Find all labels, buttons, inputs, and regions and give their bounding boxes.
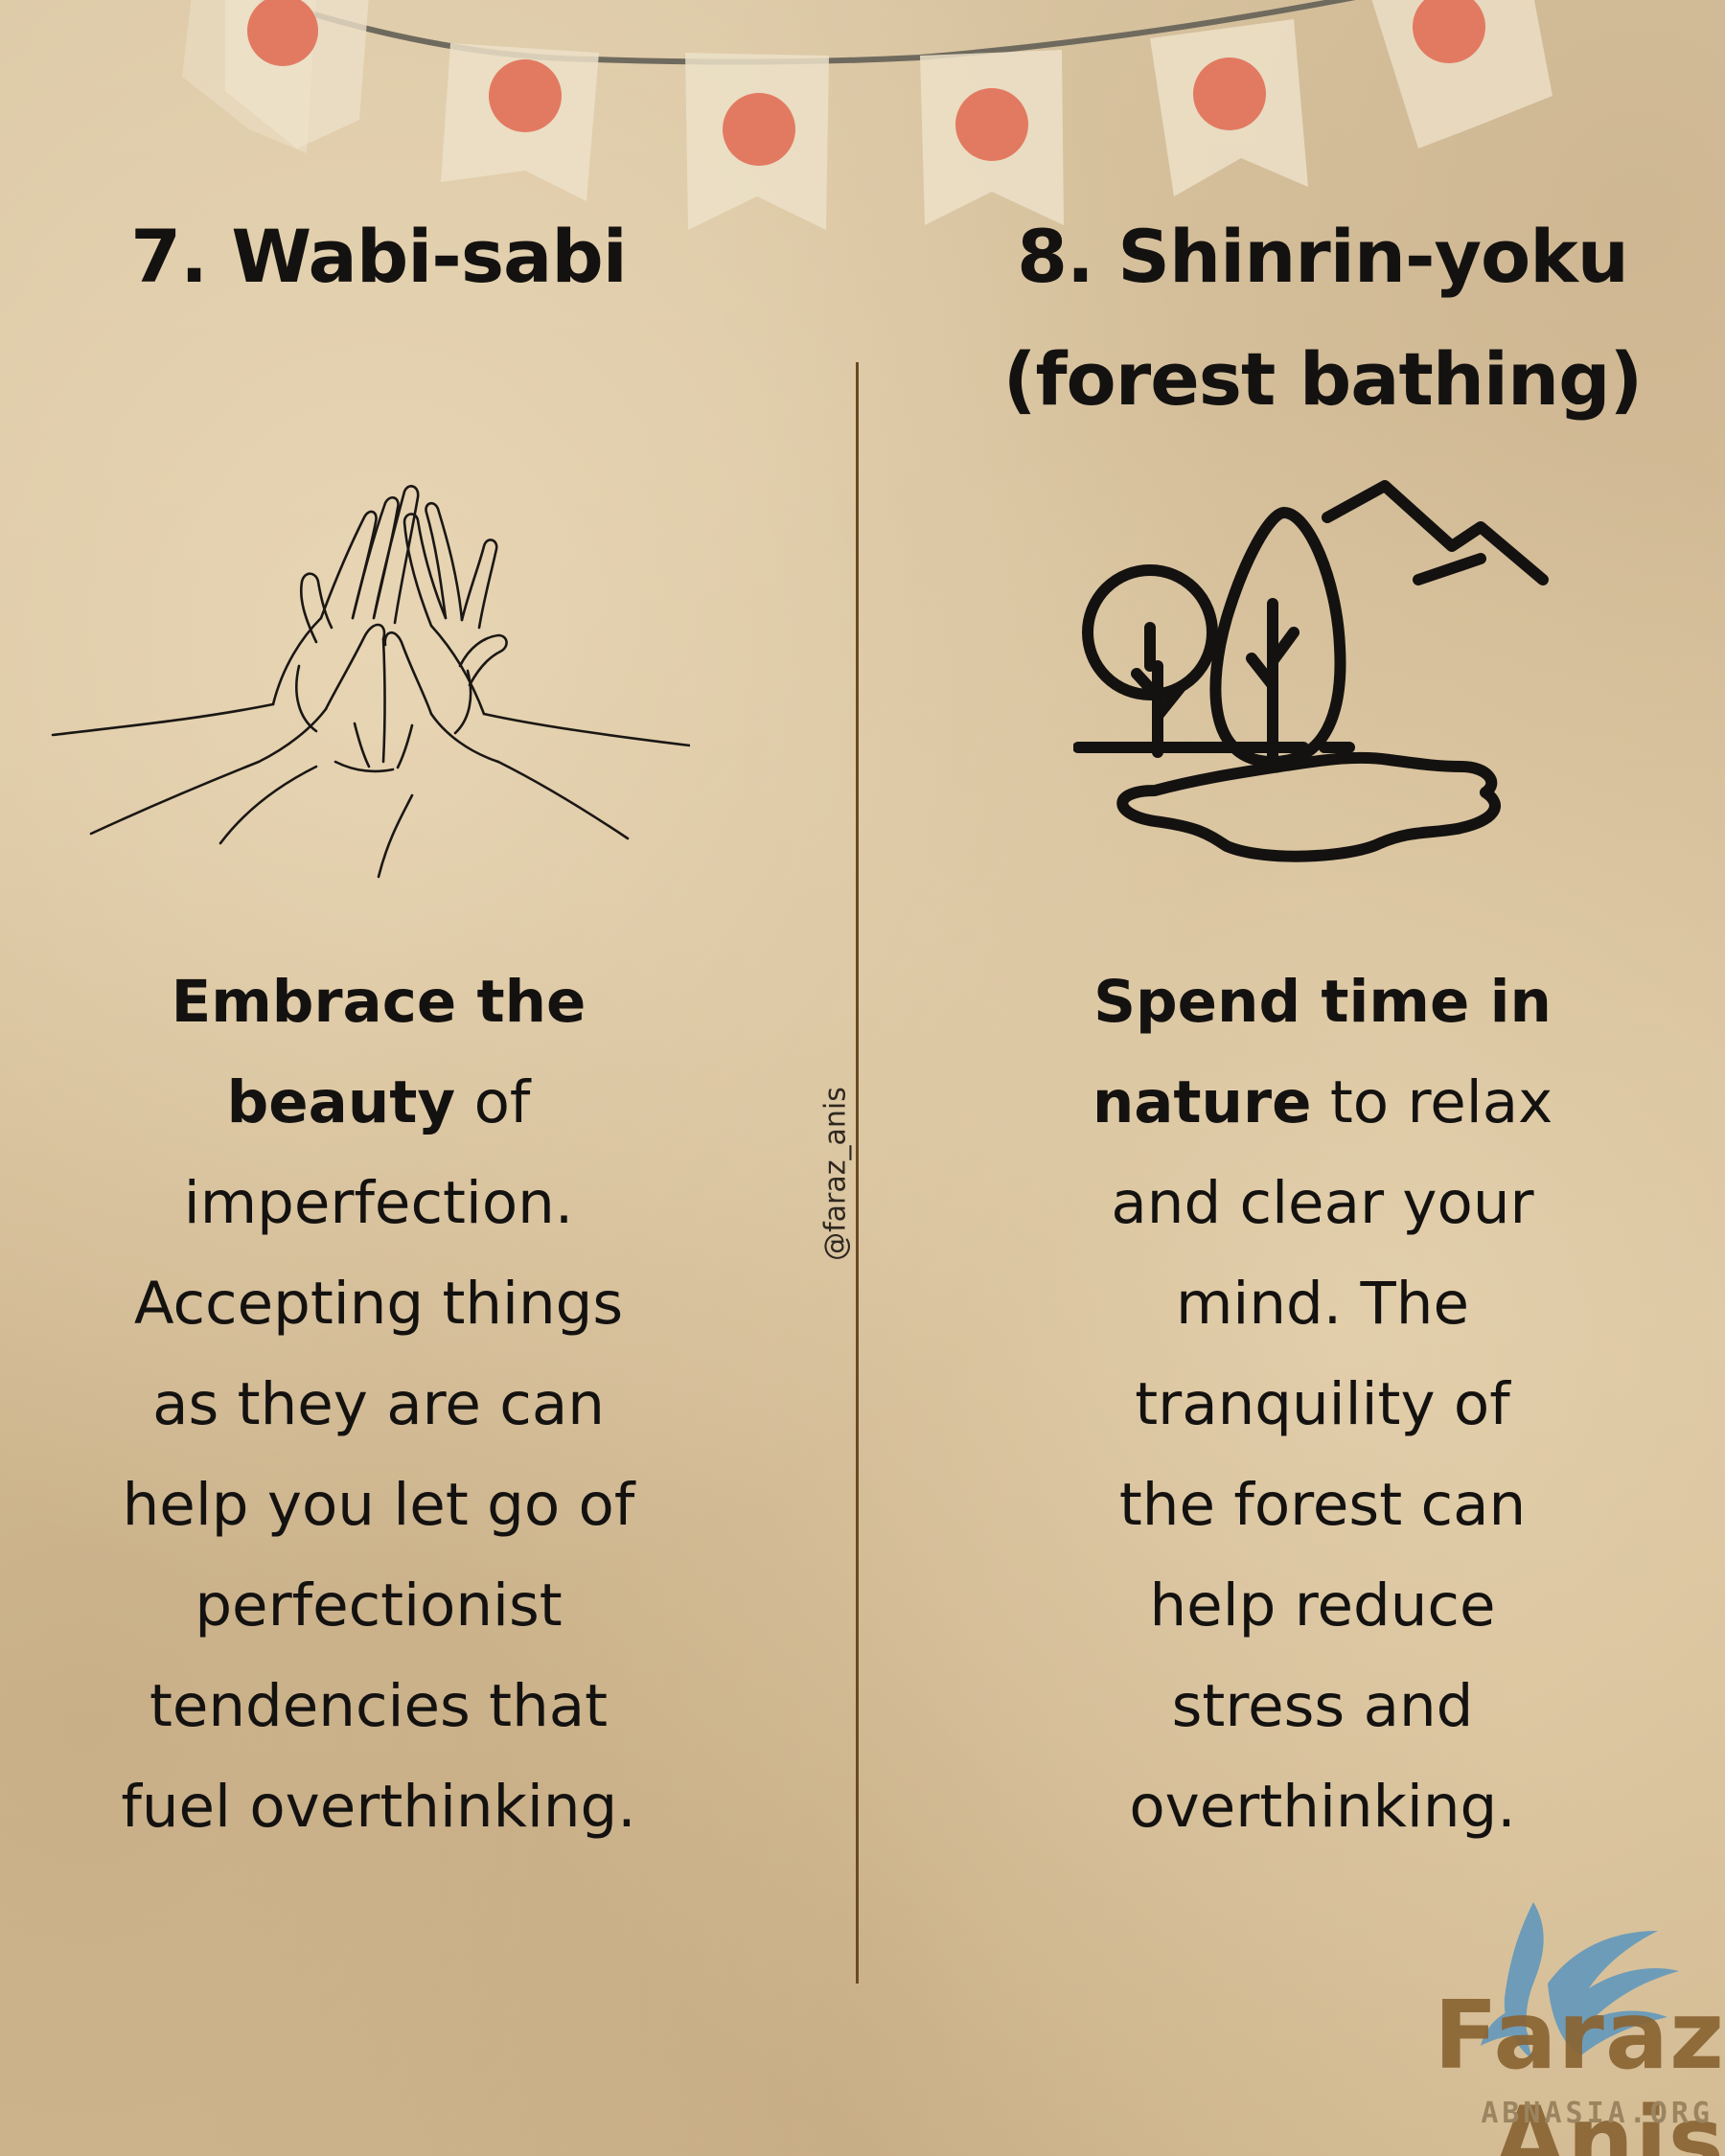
wabi-sabi-line: as they are can <box>152 1370 605 1438</box>
shinrin-yoku-line: tranquility of <box>1135 1370 1510 1438</box>
poster-page: 7. Wabi-sabi Embrace the beauty of imper… <box>0 0 1725 2156</box>
brand-website: ABNASIA.ORG <box>1481 2097 1714 2130</box>
shinrin-yoku-line: the forest can <box>1118 1471 1527 1539</box>
wabi-sabi-title-text: 7. Wabi-sabi <box>130 214 628 299</box>
shinrin-yoku-text: to relax <box>1311 1068 1553 1136</box>
shinrin-yoku-line: help reduce <box>1149 1571 1496 1640</box>
shinrin-yoku-description: Spend time in nature to relax and clear … <box>997 952 1648 1857</box>
shinrin-yoku-line: nature to relax <box>997 1052 1648 1153</box>
praying-hands-icon <box>51 485 690 879</box>
wabi-sabi-line: tendencies that <box>149 1672 609 1740</box>
shinrin-yoku-title: 8. Shinrin-yoku (forest bathing) <box>968 195 1677 441</box>
forest-lake-icon <box>1073 480 1549 862</box>
column-divider <box>856 362 859 1984</box>
shinrin-yoku-title-line: 8. Shinrin-yoku <box>1017 214 1629 299</box>
bunting-flag <box>441 43 599 201</box>
shinrin-yoku-line: overthinking. <box>1129 1773 1516 1841</box>
shinrin-yoku-line: stress and <box>1171 1672 1474 1740</box>
wabi-sabi-line: Accepting things <box>133 1270 624 1338</box>
shinrin-yoku-line: mind. The <box>1176 1270 1469 1338</box>
shinrin-yoku-subtitle-line: (forest bathing) <box>1002 336 1643 422</box>
bunting-flag <box>1371 0 1552 149</box>
wabi-sabi-description: Embrace the beauty of imperfection. Acce… <box>38 952 719 1857</box>
shinrin-yoku-line: and clear your <box>1111 1169 1534 1237</box>
wabi-sabi-line: Embrace the <box>38 952 719 1052</box>
shinrin-yoku-line: Spend time in <box>997 952 1648 1052</box>
bunting-flag <box>182 0 369 153</box>
wabi-sabi-title: 7. Wabi-sabi <box>38 195 719 318</box>
wabi-sabi-line: perfectionist <box>195 1571 563 1640</box>
wabi-sabi-line: beauty of <box>38 1052 719 1153</box>
wabi-sabi-line: fuel overthinking. <box>121 1773 636 1841</box>
wabi-sabi-bold-word: beauty <box>226 1068 456 1136</box>
wabi-sabi-bold-phrase: Embrace the <box>171 968 586 1036</box>
bunting-flag <box>1150 19 1308 196</box>
wabi-sabi-line: imperfection. <box>183 1169 574 1237</box>
author-handle: @faraz_anis <box>818 1087 853 1261</box>
wabi-sabi-line: help you let go of <box>122 1471 635 1539</box>
shinrin-yoku-bold-phrase: Spend time in <box>1093 968 1552 1036</box>
wabi-sabi-text: of <box>455 1068 531 1136</box>
shinrin-yoku-bold-word: nature <box>1092 1068 1312 1136</box>
